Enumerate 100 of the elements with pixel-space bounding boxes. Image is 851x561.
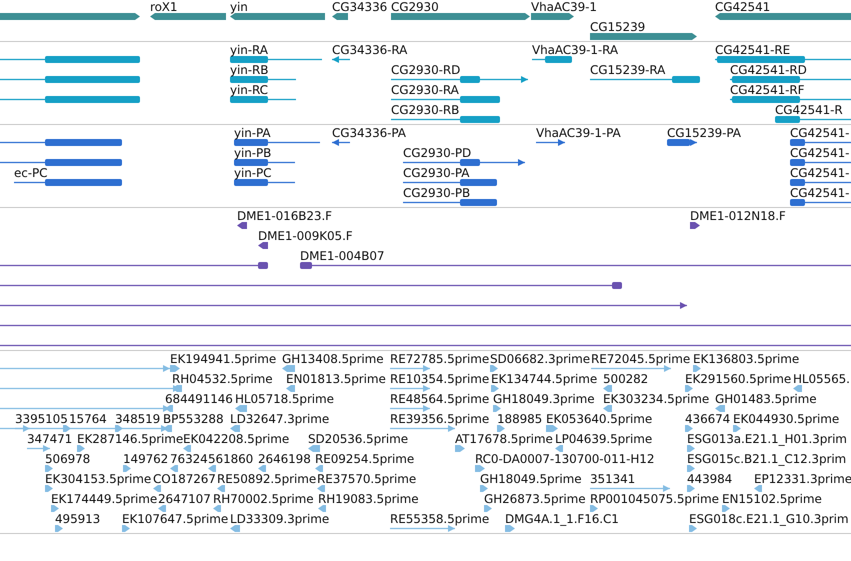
feature-label: AT17678.5prime xyxy=(455,433,553,445)
feature-label: DME1-004B07 xyxy=(300,250,384,262)
feature-label: RE72045.5prime xyxy=(591,353,690,365)
feature-label: GH18049.5prime xyxy=(480,473,582,485)
feature-label: RE48564.5prime xyxy=(390,393,490,405)
feature-label: 347471 xyxy=(27,433,72,445)
feature-label: yin-PA xyxy=(234,127,270,139)
feature-label: EK107647.5prime xyxy=(122,513,228,525)
feature-label: SD06682.3prime xyxy=(490,353,590,365)
feature-label: 436674 xyxy=(685,413,730,425)
feature-label: yin-PC xyxy=(234,167,272,179)
feature-label: CG34336-PA xyxy=(332,127,406,139)
feature-label: CG34336-RA xyxy=(332,44,408,56)
feature-label: RE09254.5prime xyxy=(315,453,414,465)
feature-label: 351341 xyxy=(590,473,636,485)
feature-label: VhaAC39-1-PA xyxy=(536,127,621,139)
feature-label: DME1-012N18.F xyxy=(690,210,786,222)
feature-label: yin-PB xyxy=(234,147,272,159)
feature-label: EK134744.5prime xyxy=(491,373,598,385)
feature-label: RE50892.5prime xyxy=(217,473,316,485)
feature-label: GH26873.5prime xyxy=(484,493,586,505)
feature-label: 188985 xyxy=(497,413,542,425)
feature-label: CG42541- xyxy=(790,127,850,139)
feature-label: CG2930 xyxy=(391,1,439,13)
feature-label: CG42541-RF xyxy=(730,84,804,96)
feature-label: CO187267 xyxy=(153,473,216,485)
feature-label: CG34336 xyxy=(332,1,388,13)
feature-label: EK044930.5prime xyxy=(733,413,840,425)
feature-label: EP12331.3prime xyxy=(754,473,851,485)
feature-label: EK304153.5prime xyxy=(45,473,152,485)
feature-label: CG15239-PA xyxy=(667,127,741,139)
feature-label: EK287146.5prime xyxy=(77,433,184,445)
feature-label: LD33309.3prime xyxy=(230,513,330,525)
feature-label: CG42541-RD xyxy=(730,64,807,76)
feature-label: CG42541- xyxy=(790,187,850,199)
feature-label: 348519 xyxy=(115,413,160,425)
feature-label: CG42541- xyxy=(790,167,850,179)
feature-label: yin-RA xyxy=(230,44,268,56)
feature-label: 2647107 xyxy=(158,493,211,505)
feature-label: DMG4A.1_1.F16.C1 xyxy=(505,513,619,525)
feature-label: 495913 xyxy=(55,513,100,525)
feature-label: RE37570.5prime xyxy=(317,473,416,485)
feature-label: CG15239-RA xyxy=(590,64,666,76)
feature-label: RH04532.5prime xyxy=(172,373,273,385)
feature-label: RH70002.5prime xyxy=(213,493,314,505)
feature-label: 506978 xyxy=(45,453,90,465)
feature-label: RE72785.5prime xyxy=(390,353,490,365)
feature-label: VhaAC39-1 xyxy=(531,1,597,13)
feature-label: DME1-009K05.F xyxy=(258,230,353,242)
feature-label: ESG015c.B21.1_C12.3prim xyxy=(687,453,846,465)
feature-label: RE39356.5prime xyxy=(390,413,490,425)
feature-label: RE55358.5prime xyxy=(390,513,490,525)
feature-label: DME1-016B23.F xyxy=(237,210,332,222)
feature-label: CG2930-RA xyxy=(391,84,459,96)
feature-label: EN15102.5prime xyxy=(722,493,822,505)
feature-label: 2646198 xyxy=(258,453,311,465)
feature-label: CG2930-PB xyxy=(403,187,470,199)
feature-label: EK042208.5prime xyxy=(183,433,290,445)
feature-label: GH18049.3prime xyxy=(493,393,595,405)
feature-label: CG2930-RD xyxy=(391,64,460,76)
feature-label: SD20536.5prime xyxy=(308,433,408,445)
feature-label: ESG013a.E21.1_H01.3prim xyxy=(687,433,847,445)
feature-label: roX1 xyxy=(150,1,178,13)
feature-label: RH19083.5prime xyxy=(318,493,419,505)
feature-label: GH13408.5prime xyxy=(282,353,384,365)
feature-label: RC0-DA0007-130700-011-H12 xyxy=(475,453,654,465)
feature-label: EK053640.5prime xyxy=(546,413,652,425)
feature-label: ec-PC xyxy=(14,167,48,179)
feature-label: yin-RB xyxy=(230,64,268,76)
feature-label: CG2930-RB xyxy=(391,104,460,116)
feature-label: HL05565. xyxy=(793,373,850,385)
feature-label: CG15239 xyxy=(590,21,646,33)
feature-label: EK291560.5prime xyxy=(685,373,792,385)
feature-label: yin xyxy=(230,1,248,13)
feature-label: RP001045075.5prime xyxy=(590,493,719,505)
feature-label: 684491146 xyxy=(165,393,233,405)
feature-label: yin-RC xyxy=(230,84,268,96)
feature-label: 3395105 xyxy=(15,413,68,425)
feature-label: CG2930-PA xyxy=(403,167,470,179)
feature-label: RE10354.5prime xyxy=(390,373,490,385)
feature-label: 149762 xyxy=(123,453,168,465)
feature-label: CG42541- xyxy=(790,147,850,159)
feature-label: 15764 xyxy=(69,413,107,425)
feature-label: EK303234.5prime xyxy=(603,393,710,405)
feature-label: CG42541-R xyxy=(775,104,843,116)
feature-label: LP04639.5prime xyxy=(555,433,652,445)
feature-label: CG42541 xyxy=(715,1,770,13)
feature-label: CG42541-RE xyxy=(715,44,790,56)
feature-label: LD32647.3prime xyxy=(230,413,330,425)
feature-label: ESG018c.E21.1_G10.3prim xyxy=(689,513,848,525)
feature-label: HL05718.5prime xyxy=(235,393,334,405)
feature-label: 561860 xyxy=(208,453,254,465)
feature-label: 443984 xyxy=(687,473,732,485)
feature-label: EK136803.5prime xyxy=(693,353,800,365)
feature-label: 76324 xyxy=(170,453,208,465)
feature-label: GH01483.5prime xyxy=(715,393,817,405)
feature-label: BP553288 xyxy=(163,413,224,425)
feature-label: EK194941.5prime xyxy=(170,353,276,365)
feature-label: 500282 xyxy=(603,373,648,385)
feature-label: CG2930-PD xyxy=(403,147,472,159)
